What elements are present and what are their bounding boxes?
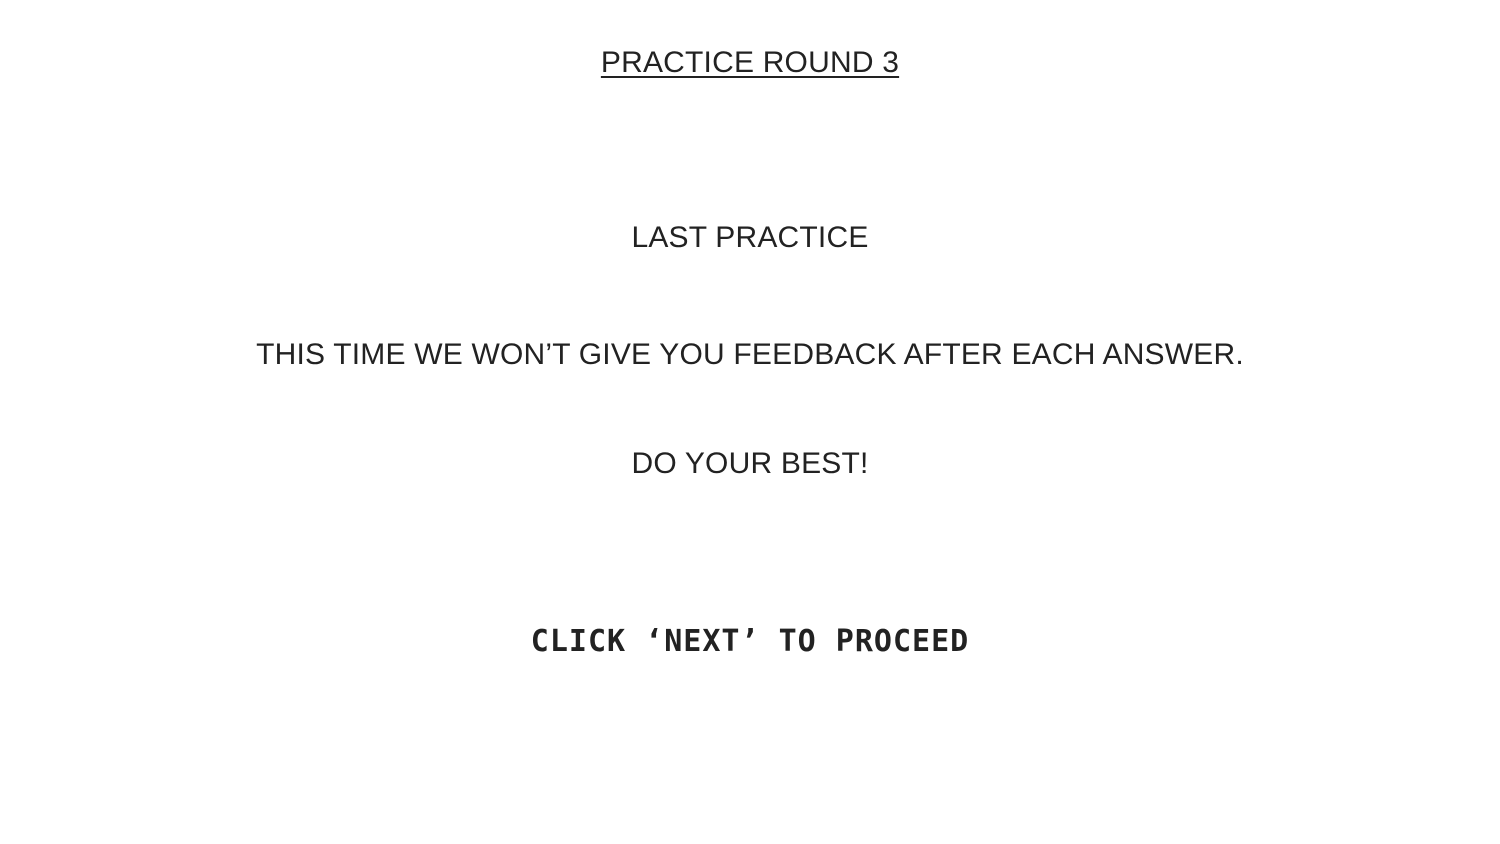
page-title: PRACTICE ROUND 3	[600, 46, 900, 79]
instruction-slide: PRACTICE ROUND 3 LAST PRACTICE THIS TIME…	[0, 0, 1500, 844]
proceed-instruction: CLICK ‘NEXT’ TO PROCEED	[530, 624, 970, 659]
encouragement-text: DO YOUR BEST!	[631, 447, 869, 480]
feedback-notice: THIS TIME WE WON’T GIVE YOU FEEDBACK AFT…	[256, 338, 1244, 371]
slide-subtitle: LAST PRACTICE	[631, 221, 869, 254]
